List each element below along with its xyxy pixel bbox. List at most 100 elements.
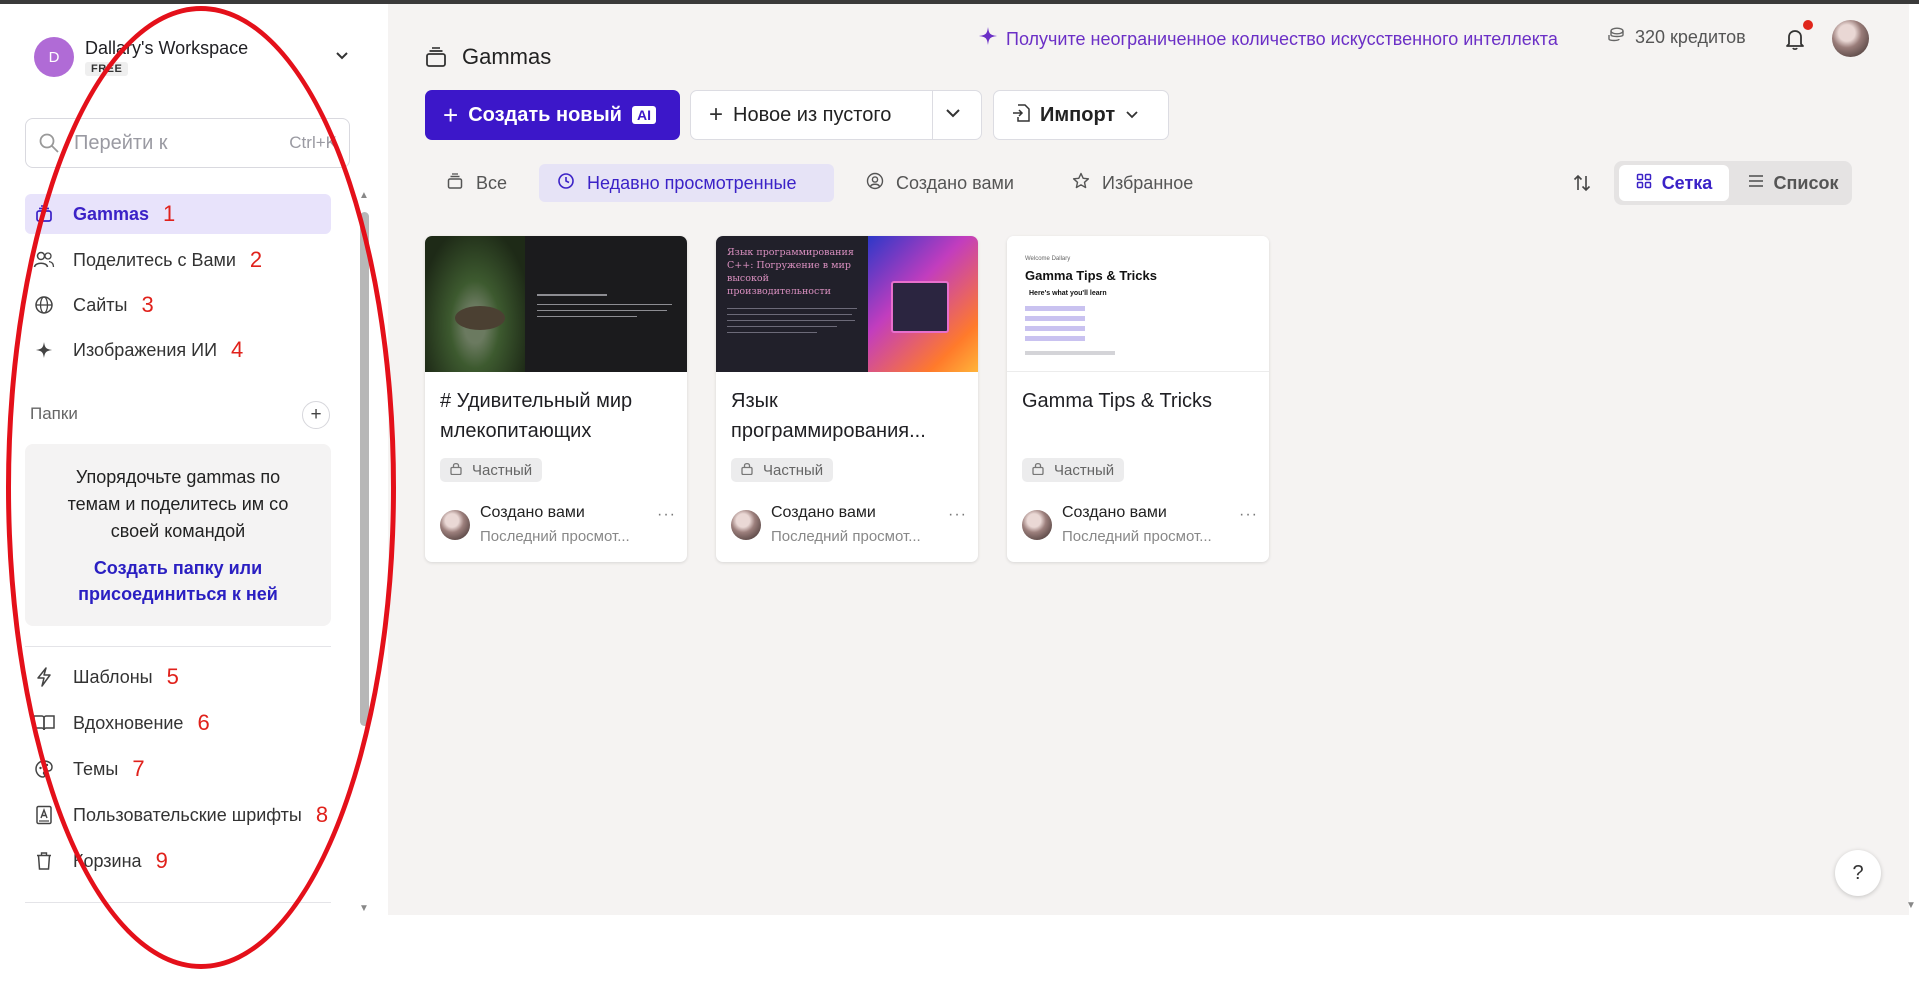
sidebar-item-label: Вдохновение xyxy=(73,712,184,733)
gamma-card[interactable]: Welcome Dallary Gamma Tips & Tricks Here… xyxy=(1007,236,1269,562)
badge-label: Частный xyxy=(1054,461,1115,479)
scroll-down-arrow-icon[interactable]: ▼ xyxy=(1906,900,1916,911)
coins-icon xyxy=(1607,26,1625,49)
sparkle-icon xyxy=(978,26,998,52)
help-button[interactable]: ? xyxy=(1835,850,1881,896)
create-new-button[interactable]: + Создать новый AI xyxy=(425,90,680,140)
sidebar-item-label: Темы xyxy=(73,758,119,779)
tab-label: Избранное xyxy=(1102,172,1194,193)
privacy-badge: Частный xyxy=(440,458,543,482)
upgrade-promo-link[interactable]: Получите неограниченное количество искус… xyxy=(978,26,1558,52)
more-options-icon[interactable]: ··· xyxy=(657,506,676,524)
sidebar-item-label: Поделитесь с Вами xyxy=(73,249,236,270)
import-button[interactable]: Импорт xyxy=(993,90,1169,140)
search-input[interactable]: Перейти к Ctrl+K xyxy=(25,118,350,168)
sidebar-item-gammas[interactable]: Gammas 1 xyxy=(25,194,331,234)
tab-label: Создано вами xyxy=(896,172,1014,193)
chevron-down-icon[interactable] xyxy=(944,104,962,127)
card-thumbnail xyxy=(425,236,687,372)
tab-recently-viewed[interactable]: Недавно просмотренные xyxy=(539,164,834,202)
scroll-up-arrow-icon[interactable]: ▲ xyxy=(359,190,369,201)
sparkle-icon xyxy=(33,339,55,361)
avatar xyxy=(1022,510,1052,540)
sidebar-item-inspiration[interactable]: Вдохновение 6 xyxy=(25,703,331,743)
sidebar-item-label: Шаблоны xyxy=(73,666,153,687)
more-options-icon[interactable]: ··· xyxy=(1239,506,1258,524)
annotation-number: 4 xyxy=(231,337,244,362)
font-icon xyxy=(33,804,55,826)
user-avatar[interactable] xyxy=(1832,20,1869,57)
plan-badge: FREE xyxy=(85,61,129,76)
view-grid-button[interactable]: Сетка xyxy=(1619,165,1729,201)
search-icon xyxy=(38,132,60,154)
sidebar-item-label: Gammas xyxy=(73,203,150,224)
avatar xyxy=(731,510,761,540)
card-last-viewed: Последний просмот... xyxy=(771,528,921,545)
sidebar-scroll-thumb[interactable] xyxy=(360,212,369,726)
gamma-card[interactable]: Язык программирования C++: Погружение в … xyxy=(716,236,978,562)
clock-icon xyxy=(557,172,575,195)
sidebar-item-sites[interactable]: Сайты 3 xyxy=(25,285,331,325)
annotation-number: 9 xyxy=(155,848,168,873)
sidebar-item-templates[interactable]: Шаблоны 5 xyxy=(25,657,331,697)
card-author: Создано вами xyxy=(1062,504,1167,521)
badge-label: Частный xyxy=(472,461,533,479)
palette-icon xyxy=(33,758,55,780)
card-author: Создано вами xyxy=(771,504,876,521)
folders-empty-state: Упорядочьте gammas по темам и поделитесь… xyxy=(25,444,331,626)
thumbnail-title: Язык программирования C++: Погружение в … xyxy=(727,247,854,297)
book-icon xyxy=(33,712,55,734)
more-options-icon[interactable]: ··· xyxy=(948,506,967,524)
lock-icon xyxy=(450,462,462,478)
folders-empty-text: Упорядочьте gammas по темам и поделитесь… xyxy=(67,467,289,541)
thumbnail-welcome: Welcome Dallary xyxy=(1025,256,1071,262)
create-folder-link[interactable]: Создать папку или присоединиться к ней xyxy=(25,555,331,607)
card-title: Gamma Tips & Tricks xyxy=(1022,390,1213,412)
sidebar-item-themes[interactable]: Темы 7 xyxy=(25,749,331,789)
gamma-card[interactable]: # Удивительный мир млекопитающих Частный… xyxy=(425,236,687,562)
import-icon xyxy=(1012,103,1030,128)
sidebar-item-shared[interactable]: Поделитесь с Вами 2 xyxy=(25,240,331,280)
new-from-blank-button[interactable]: + Новое из пустого xyxy=(690,90,982,140)
sidebar-item-label: Изображения ИИ xyxy=(73,339,217,360)
view-list-label: Список xyxy=(1773,172,1839,193)
create-new-label: Создать новый xyxy=(468,103,622,126)
bell-icon[interactable] xyxy=(1782,26,1808,52)
annotation-number: 8 xyxy=(315,802,329,827)
tab-label: Все xyxy=(476,172,508,193)
card-title: # Удивительный мир млекопитающих xyxy=(440,390,633,442)
card-author: Создано вами xyxy=(480,504,585,521)
card-thumbnail: Язык программирования C++: Погружение в … xyxy=(716,236,978,372)
workspace-name: Dallary's Workspace xyxy=(85,37,249,58)
chevron-down-icon xyxy=(1125,107,1139,124)
promo-text: Получите неограниченное количество искус… xyxy=(1006,28,1558,49)
workspace-switcher[interactable]: D Dallary's Workspace FREE xyxy=(34,34,350,80)
thumbnail-title: Gamma Tips & Tricks xyxy=(1025,268,1157,283)
folders-heading: Папки xyxy=(30,404,78,423)
grid-icon xyxy=(1636,173,1652,194)
card-last-viewed: Последний просмот... xyxy=(1062,528,1212,545)
view-list-button[interactable]: Список xyxy=(1738,165,1848,201)
add-folder-button[interactable]: + xyxy=(302,401,330,429)
card-thumbnail: Welcome Dallary Gamma Tips & Tricks Here… xyxy=(1007,236,1269,372)
credits-text: 320 кредитов xyxy=(1635,27,1746,47)
scroll-down-arrow-icon[interactable]: ▼ xyxy=(359,903,369,914)
sidebar-item-ai-images[interactable]: Изображения ИИ 4 xyxy=(25,330,331,370)
search-placeholder: Перейти к xyxy=(74,131,168,154)
sidebar-item-label: Пользовательские шрифты xyxy=(73,804,302,825)
credits-indicator[interactable]: 320 кредитов xyxy=(1607,26,1746,49)
view-grid-label: Сетка xyxy=(1661,172,1713,193)
sidebar-item-trash[interactable]: Корзина 9 xyxy=(25,841,331,881)
plus-icon: + xyxy=(709,101,724,128)
tab-all[interactable]: Все xyxy=(428,164,525,202)
sidebar-item-custom-fonts[interactable]: Пользовательские шрифты 8 xyxy=(25,795,331,835)
tab-favorites[interactable]: Избранное xyxy=(1054,164,1211,202)
tab-created-by-you[interactable]: Создано вами xyxy=(848,164,1032,202)
sort-icon[interactable] xyxy=(1572,173,1592,199)
button-divider xyxy=(932,91,933,139)
avatar xyxy=(440,510,470,540)
star-icon xyxy=(1072,172,1090,195)
user-circle-icon xyxy=(866,172,884,195)
sidebar: D Dallary's Workspace FREE Перейти к Ctr… xyxy=(0,4,372,914)
divider xyxy=(25,646,331,647)
